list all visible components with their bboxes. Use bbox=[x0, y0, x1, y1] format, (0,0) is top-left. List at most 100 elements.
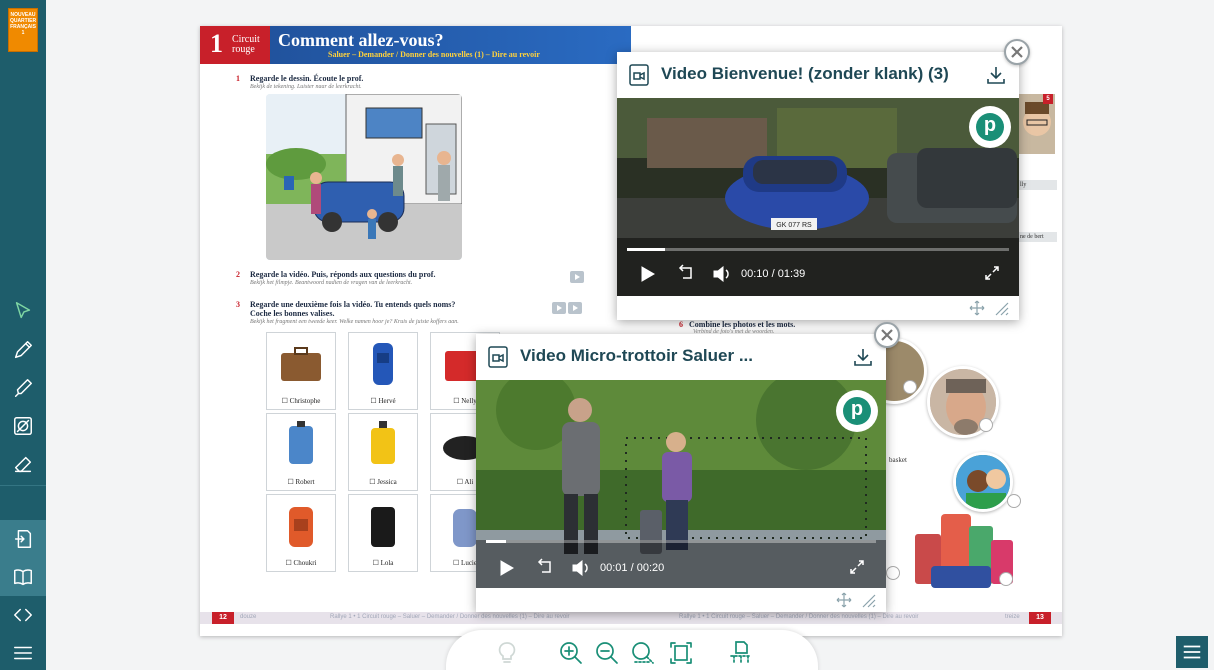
zoom-selection-button[interactable] bbox=[630, 640, 656, 666]
volume-icon bbox=[572, 560, 588, 576]
exercise-3-play-button[interactable] bbox=[552, 302, 566, 314]
zoom-out-button[interactable] bbox=[594, 640, 620, 666]
video-player[interactable]: p 00:01 / 00:20 bbox=[476, 380, 886, 588]
move-icon bbox=[836, 592, 852, 608]
hide-icon bbox=[14, 417, 32, 435]
exercise-1: 1 Regarde le dessin. Écoute le prof. Bek… bbox=[236, 74, 364, 90]
suitcase-card[interactable]: ☐ Jessica bbox=[348, 413, 418, 491]
match-dot[interactable] bbox=[886, 566, 900, 580]
close-video-1-button[interactable] bbox=[1004, 39, 1030, 65]
left-toolbar: NOUVEAU QUARTIER FRANÇAIS 1 bbox=[0, 0, 46, 670]
suitcase-card[interactable]: ☐ Choukri bbox=[266, 494, 336, 572]
eraser-tool-button[interactable] bbox=[0, 445, 46, 483]
progress-bar[interactable] bbox=[627, 248, 1009, 251]
video-window-bienvenue[interactable]: Video Bienvenue! (zonder klank) (3) GK 0… bbox=[617, 52, 1019, 320]
exercise-2-play-button[interactable] bbox=[570, 271, 584, 283]
resize-handle[interactable] bbox=[993, 300, 1009, 316]
match-dot[interactable] bbox=[903, 380, 917, 394]
zoom-out-icon bbox=[596, 642, 618, 664]
resize-icon bbox=[995, 302, 1009, 316]
publisher-logo: p bbox=[836, 390, 878, 432]
video-time: 00:01 / 00:20 bbox=[600, 562, 665, 574]
lesson-header: 1 Circuit rouge Comment allez-vous? Salue… bbox=[200, 26, 631, 64]
suitcase-card[interactable]: ☐ Christophe bbox=[266, 332, 336, 410]
match-dot[interactable] bbox=[999, 572, 1013, 586]
hint-button[interactable] bbox=[494, 640, 520, 666]
basket-label: basket bbox=[889, 456, 907, 464]
right-menu-button[interactable] bbox=[1176, 636, 1208, 668]
book-button[interactable] bbox=[0, 558, 46, 596]
lesson-title: Comment allez-vous? bbox=[278, 30, 444, 50]
page-word-left: douze bbox=[240, 614, 257, 620]
progress-fill bbox=[627, 248, 666, 251]
play-button[interactable] bbox=[641, 266, 655, 282]
rewind-10-button[interactable] bbox=[536, 558, 554, 576]
volume-button[interactable] bbox=[713, 266, 731, 282]
video-camera-icon bbox=[488, 346, 512, 368]
zoom-toolbar bbox=[446, 630, 818, 670]
export-button[interactable] bbox=[0, 520, 46, 558]
video-header: Video Micro-trottoir Saluer ... bbox=[476, 334, 886, 380]
progress-fill bbox=[486, 540, 506, 543]
lesson-subtitle: Saluer – Demander / Donner des nouvelles… bbox=[328, 50, 540, 59]
exercise-6: 6 Combine les photos et les mots. Verbind… bbox=[679, 320, 796, 335]
resize-handle[interactable] bbox=[860, 592, 876, 608]
pencil-icon bbox=[14, 341, 32, 359]
match-dot[interactable] bbox=[979, 418, 993, 432]
video-camera-icon bbox=[629, 64, 653, 86]
fullscreen-icon bbox=[985, 266, 999, 280]
video-title: Video Micro-trottoir Saluer ... bbox=[520, 346, 753, 365]
close-video-2-button[interactable] bbox=[874, 322, 900, 348]
video-header: Video Bienvenue! (zonder klank) (3) bbox=[617, 52, 1019, 98]
side-label: ne de bert bbox=[1017, 232, 1057, 242]
exercise-3: 3 Regarde une deuxième fois la vidéo. Tu… bbox=[236, 300, 459, 325]
progress-bar[interactable] bbox=[486, 540, 876, 543]
exercise-3-play-slow-button[interactable] bbox=[568, 302, 582, 314]
video-window-micro-trottoir[interactable]: Video Micro-trottoir Saluer ... p 00:01 … bbox=[476, 334, 886, 612]
pointer-icon bbox=[15, 302, 31, 319]
video-title: Video Bienvenue! (zonder klank) (3) bbox=[661, 64, 949, 83]
suitcase-card[interactable]: ☐ Hervé bbox=[348, 332, 418, 410]
download-button[interactable] bbox=[852, 346, 874, 368]
footer-text-right: Rallye 1 • 1 Circuit rouge – Saluer – De… bbox=[679, 614, 919, 620]
hide-tool-button[interactable] bbox=[0, 407, 46, 445]
single-page-button[interactable] bbox=[728, 640, 754, 666]
video-footer bbox=[476, 588, 886, 612]
move-handle[interactable] bbox=[836, 592, 852, 608]
download-icon bbox=[854, 349, 872, 366]
pencil-tool-button[interactable] bbox=[0, 331, 46, 369]
zoom-select-icon bbox=[632, 642, 654, 664]
fit-page-button[interactable] bbox=[668, 640, 694, 666]
suitcase-card[interactable]: ☐ Lola bbox=[348, 494, 418, 572]
volume-button[interactable] bbox=[572, 560, 590, 576]
move-handle[interactable] bbox=[969, 300, 985, 316]
fullscreen-icon bbox=[850, 560, 864, 574]
page-number-left: 12 bbox=[212, 612, 234, 624]
move-icon bbox=[969, 300, 985, 316]
suitcase-card[interactable]: ☐ Robert bbox=[266, 413, 336, 491]
main-menu-button[interactable] bbox=[0, 634, 46, 670]
page-navigation-button[interactable] bbox=[0, 596, 46, 634]
illustration-drawing bbox=[266, 94, 462, 260]
zoom-in-button[interactable] bbox=[558, 640, 584, 666]
volume-icon bbox=[713, 266, 729, 282]
circuit-label: Circuit rouge bbox=[232, 34, 260, 55]
license-plate: GK 077 RS bbox=[776, 222, 812, 229]
fullscreen-button[interactable] bbox=[985, 266, 999, 280]
page-word-right: treize bbox=[1005, 614, 1020, 620]
publisher-logo: p bbox=[969, 106, 1011, 148]
video-player[interactable]: GK 077 RS p 00:10 / 01:39 bbox=[617, 98, 1019, 296]
rewind-10-button[interactable] bbox=[677, 264, 695, 282]
menu-icon bbox=[14, 646, 32, 660]
highlighter-tool-button[interactable] bbox=[0, 369, 46, 407]
play-button[interactable] bbox=[500, 560, 514, 576]
pointer-tool-button[interactable] bbox=[0, 292, 46, 330]
toolbar-divider bbox=[0, 485, 46, 486]
close-icon bbox=[1011, 46, 1023, 58]
download-button[interactable] bbox=[985, 64, 1007, 86]
left-page-footer: 12 douze Rallye 1 • 1 Circuit rouge – Sa… bbox=[200, 612, 631, 624]
lightbulb-icon bbox=[498, 642, 516, 663]
play-icon bbox=[500, 560, 514, 576]
fullscreen-button[interactable] bbox=[850, 560, 864, 574]
right-page-footer: Rallye 1 • 1 Circuit rouge – Saluer – De… bbox=[631, 612, 1062, 624]
